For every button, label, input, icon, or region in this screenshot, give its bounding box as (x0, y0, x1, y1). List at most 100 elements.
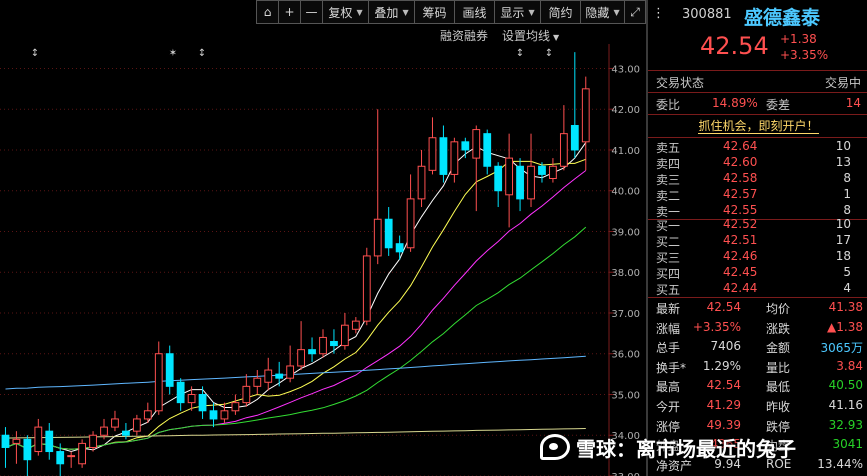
candle-body (78, 442, 87, 465)
toolbar-button-8[interactable]: 简约 (540, 0, 580, 24)
toolbar-button-3[interactable]: 复权 ▼ (322, 0, 368, 24)
toolbar-button-label: ⌂ (263, 5, 272, 19)
toolbar-button-label: + (284, 5, 295, 19)
stat-value: 9.94 (714, 456, 741, 471)
stat-label: 量比 (766, 360, 791, 375)
level-volume: 8 (843, 203, 851, 217)
stat-label: 换手* (656, 360, 687, 375)
y-tick-label: 36.00 (611, 350, 640, 361)
price-chart[interactable]: 43.00 42.00 41.00 40.00 39.00 38.00 37.00 36.00… (0, 44, 646, 476)
level-label: 买四 (656, 267, 681, 281)
zoom-in-icon[interactable]: + (278, 0, 300, 24)
candle-body (330, 341, 338, 347)
stat-label: 昨收 (766, 400, 791, 414)
y-tick-label: 34.00 (611, 431, 640, 442)
candle-body (581, 88, 590, 143)
candle-body (264, 369, 273, 383)
order-book-row[interactable]: 卖二 42.57 1 (648, 187, 867, 203)
candle-body (417, 165, 426, 200)
toolbar-button-6[interactable]: 画线 (454, 0, 494, 24)
candle-body (505, 157, 514, 196)
toolbar-button-9[interactable]: 隐藏 ▼ (580, 0, 624, 24)
level-label: 买五 (656, 283, 681, 297)
price-change-pct: +3.35% (780, 48, 829, 62)
stat-label: 均价 (766, 302, 791, 316)
stock-name[interactable]: 盛德鑫泰 (744, 3, 820, 30)
order-book-row[interactable]: 买一 42.52 10 (648, 217, 867, 233)
order-book-row[interactable]: 买五 42.44 4 (648, 281, 867, 297)
kline-chart-pane[interactable]: ⌂ + — 复权 ▼ 叠加 ▼ 筹码 画线 显示 ▼ 简约 隐藏 ▼ ⤢ 融资融券 设置均线 ▼ 43.00 4… (0, 0, 646, 476)
level-label: 卖三 (656, 173, 681, 187)
order-book-row[interactable]: 买四 42.45 5 (648, 265, 867, 281)
stat-label: 外盘 (656, 439, 681, 454)
lock-icon[interactable]: ⌂ (256, 0, 278, 24)
order-book-row[interactable]: 卖五 42.64 10 (648, 139, 867, 155)
level-volume: 13 (835, 155, 851, 169)
toolbar-button-5[interactable]: 筹码 (414, 0, 454, 24)
candle-body (395, 243, 404, 253)
chevron-down-icon: ▼ (613, 7, 620, 17)
candle-body (132, 418, 141, 432)
margin-trading-button[interactable]: 融资融券 (440, 27, 488, 43)
expand-icon[interactable]: ⤢ (624, 0, 646, 24)
event-marker-icon[interactable]: ↕ (516, 48, 524, 59)
toolbar-button-7[interactable]: 显示 ▼ (494, 0, 540, 24)
quote-panel: ⋮ 300881 盛德鑫泰 42.54 +1.38 +3.35% 交易状态 交易… (646, 0, 867, 476)
stat-value: 3065万 (820, 341, 863, 356)
candle-body (67, 455, 76, 458)
level-volume: 4 (843, 281, 851, 295)
toolbar-button-label: 隐藏 (585, 5, 610, 20)
candle-body (461, 141, 470, 151)
stat-label: 金额 (766, 341, 791, 356)
ma20-line (5, 170, 587, 450)
candle-body (220, 410, 229, 420)
order-book-row[interactable]: 卖四 42.60 13 (648, 155, 867, 171)
level-price: 42.55 (723, 203, 758, 217)
toolbar-button-label: 显示 (500, 5, 525, 20)
candle-body (406, 198, 415, 249)
event-marker-icon[interactable]: ✶ (169, 48, 177, 59)
level-label: 买三 (656, 251, 681, 265)
level-price: 42.51 (723, 233, 758, 247)
event-marker-icon[interactable]: ↕ (31, 48, 39, 59)
status-label: 交易状态 (656, 76, 705, 90)
stat-value: 42.54 (706, 378, 741, 393)
open-account-link[interactable]: 抓住机会，即刻开户！ (648, 117, 867, 135)
toolbar-button-4[interactable]: 叠加 ▼ (368, 0, 414, 24)
stat-value: 41.29 (706, 398, 741, 412)
wc-value: 14 (845, 96, 861, 110)
toolbar-button-label: 叠加 (374, 5, 399, 20)
stat-value: 1.29% (702, 358, 741, 373)
candle-body (253, 377, 262, 387)
event-marker-icon[interactable]: ↕ (198, 48, 206, 59)
zoom-out-icon[interactable]: — (300, 0, 322, 24)
level-price: 42.45 (723, 265, 758, 279)
candle-body (89, 434, 97, 448)
level-volume: 5 (843, 265, 851, 279)
candle-body (439, 137, 448, 175)
ma30-line (5, 226, 587, 450)
quote-header: ⋮ 300881 盛德鑫泰 42.54 +1.38 +3.35% (648, 0, 867, 70)
event-marker-icon[interactable]: ↕ (545, 48, 553, 59)
stat-value: ▲1.38 (827, 319, 863, 334)
toolbar-button-label: ⤢ (630, 4, 640, 19)
level-label: 买一 (656, 219, 681, 233)
price-change: +1.38 (780, 32, 817, 46)
candle-body (559, 133, 568, 167)
level-price: 42.46 (723, 249, 758, 263)
order-book-row[interactable]: 卖三 42.58 8 (648, 171, 867, 187)
status-value: 交易中 (824, 76, 861, 90)
stat-label: 涨停 (656, 419, 681, 434)
candle-body (242, 385, 251, 404)
stat-label: 今开 (656, 400, 681, 414)
ma60-line (5, 355, 586, 390)
candle-body (340, 324, 349, 347)
order-book-row[interactable]: 买二 42.51 17 (648, 233, 867, 249)
chevron-down-icon: ▼ (402, 7, 409, 17)
candle-body (527, 165, 535, 200)
set-ma-button[interactable]: 设置均线 ▼ (502, 27, 559, 43)
candle-body (1, 434, 10, 448)
menu-icon[interactable]: ⋮ (652, 6, 665, 21)
order-book-row[interactable]: 买三 42.46 18 (648, 249, 867, 265)
toolbar-button-label: 画线 (462, 5, 487, 20)
